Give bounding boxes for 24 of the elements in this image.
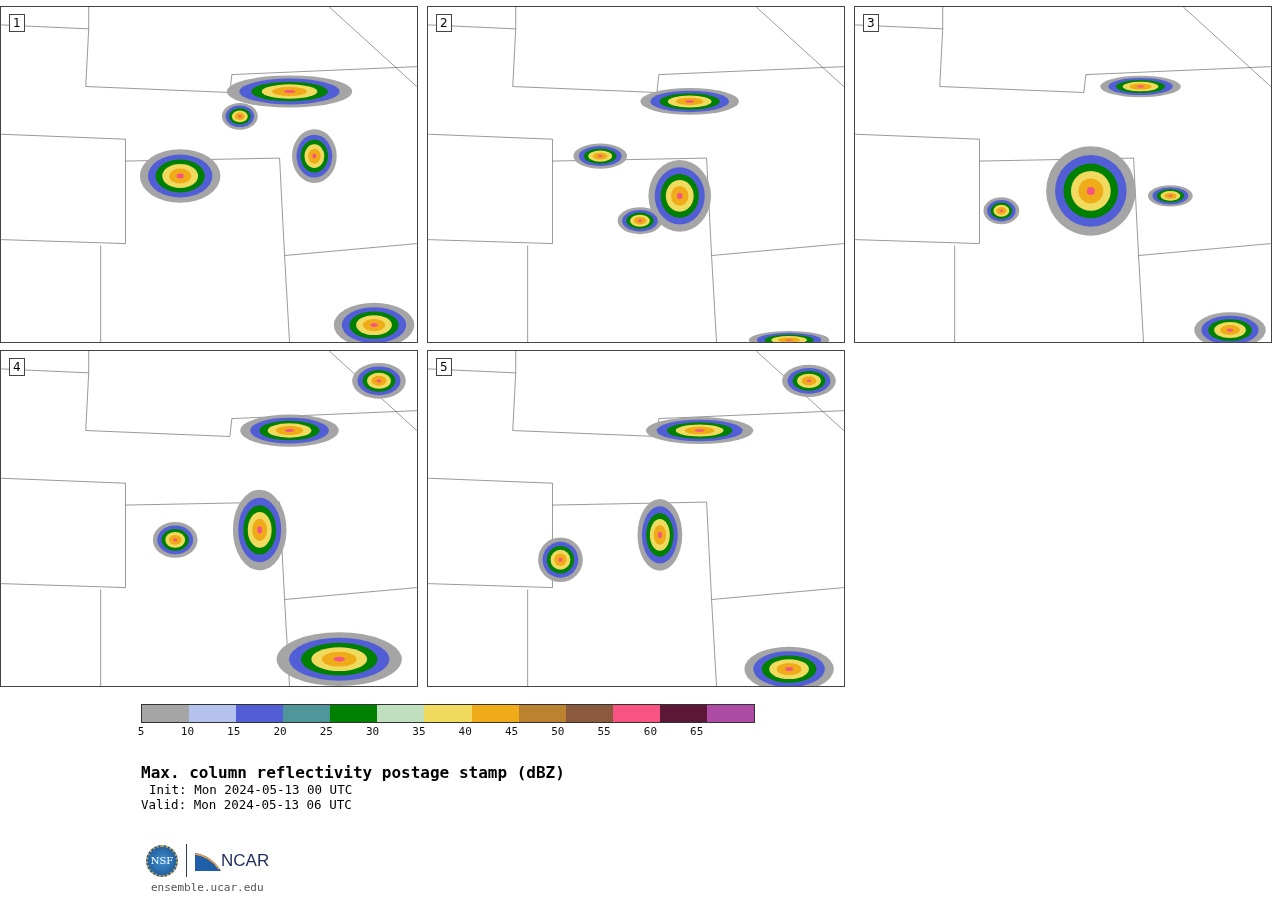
tick-label: 10 bbox=[179, 725, 196, 740]
valid-time: Valid: Mon 2024-05-13 06 UTC bbox=[141, 797, 353, 812]
website-url: ensemble.ucar.edu bbox=[151, 881, 265, 894]
tick-label: 45 bbox=[503, 725, 520, 740]
panel-number: 1 bbox=[9, 14, 25, 32]
chart-title: Max. column reflectivity postage stamp (dBZ) bbox=[141, 763, 566, 782]
init-time: Init: Mon 2024-05-13 00 UTC bbox=[148, 782, 354, 797]
panel-number: 2 bbox=[436, 14, 452, 32]
tick-label: 20 bbox=[272, 725, 288, 740]
panel-number: 3 bbox=[863, 14, 879, 32]
tick-label: 50 bbox=[550, 725, 566, 740]
tick-label: 35 bbox=[411, 725, 427, 740]
panel-number: 4 bbox=[9, 358, 25, 376]
tick-label: 60 bbox=[642, 725, 659, 740]
panel-number: 5 bbox=[436, 358, 452, 376]
tick-label: 15 bbox=[226, 725, 242, 740]
tick-label: 65 bbox=[689, 725, 705, 740]
tick-label: 25 bbox=[318, 725, 334, 740]
tick-label: 30 bbox=[365, 725, 381, 740]
tick-label: 55 bbox=[596, 725, 612, 740]
tick-label: 40 bbox=[457, 725, 473, 740]
nsf-logo: NSF bbox=[146, 844, 178, 877]
tick-label: 5 bbox=[136, 725, 146, 740]
ncar-logo: NCAR bbox=[195, 850, 270, 871]
